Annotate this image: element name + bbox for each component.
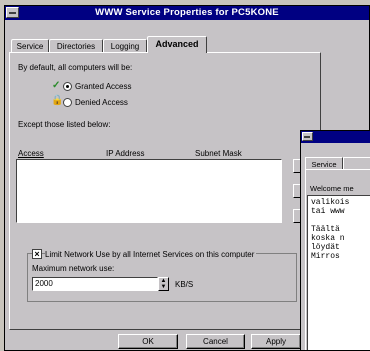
max-network-spinner[interactable]: ▲ ▼ xyxy=(158,277,169,291)
granted-check-icon: ✓ xyxy=(52,80,61,91)
welcome-label: Welcome me xyxy=(310,184,354,193)
tab-logging[interactable]: Logging xyxy=(103,39,147,52)
granted-radio[interactable] xyxy=(63,82,72,91)
column-access: Access xyxy=(18,149,44,158)
except-label: Except those listed below: xyxy=(18,120,111,129)
cancel-button[interactable]: Cancel xyxy=(186,334,245,349)
max-network-label: Maximum network use: xyxy=(32,264,115,273)
tab-directories[interactable]: Directories xyxy=(49,39,103,52)
title-bar: WWW Service Properties for PC5KONE xyxy=(5,6,369,20)
tab-advanced[interactable]: Advanced xyxy=(147,36,207,53)
unit-label: KB/S xyxy=(175,280,194,289)
access-list[interactable] xyxy=(16,159,282,223)
max-network-input[interactable]: 2000 xyxy=(32,277,158,291)
second-system-menu-icon[interactable] xyxy=(302,132,313,141)
default-access-label: By default, all computers will be: xyxy=(18,63,133,72)
second-window-title-bar xyxy=(301,131,370,143)
granted-label: Granted Access xyxy=(75,82,132,91)
second-window: Service Welcome me valikois tai www Tääl… xyxy=(300,130,370,351)
denied-label: Denied Access xyxy=(75,98,128,107)
column-ip-address: IP Address xyxy=(106,149,145,158)
column-subnet-mask: Subnet Mask xyxy=(195,149,242,158)
denied-radio[interactable] xyxy=(63,98,72,107)
apply-button[interactable]: Apply xyxy=(251,334,301,349)
welcome-message-text[interactable]: valikois tai www Täältä koska n löydät M… xyxy=(307,195,370,350)
limit-label: Limit Network Use by all Internet Servic… xyxy=(45,250,257,259)
ok-button[interactable]: OK xyxy=(118,334,178,349)
tab-service[interactable]: Service xyxy=(11,39,49,52)
dialog-title: WWW Service Properties for PC5KONE xyxy=(95,7,279,18)
limit-checkbox[interactable]: × xyxy=(32,249,42,259)
lock-icon: 🔒 xyxy=(51,95,64,106)
